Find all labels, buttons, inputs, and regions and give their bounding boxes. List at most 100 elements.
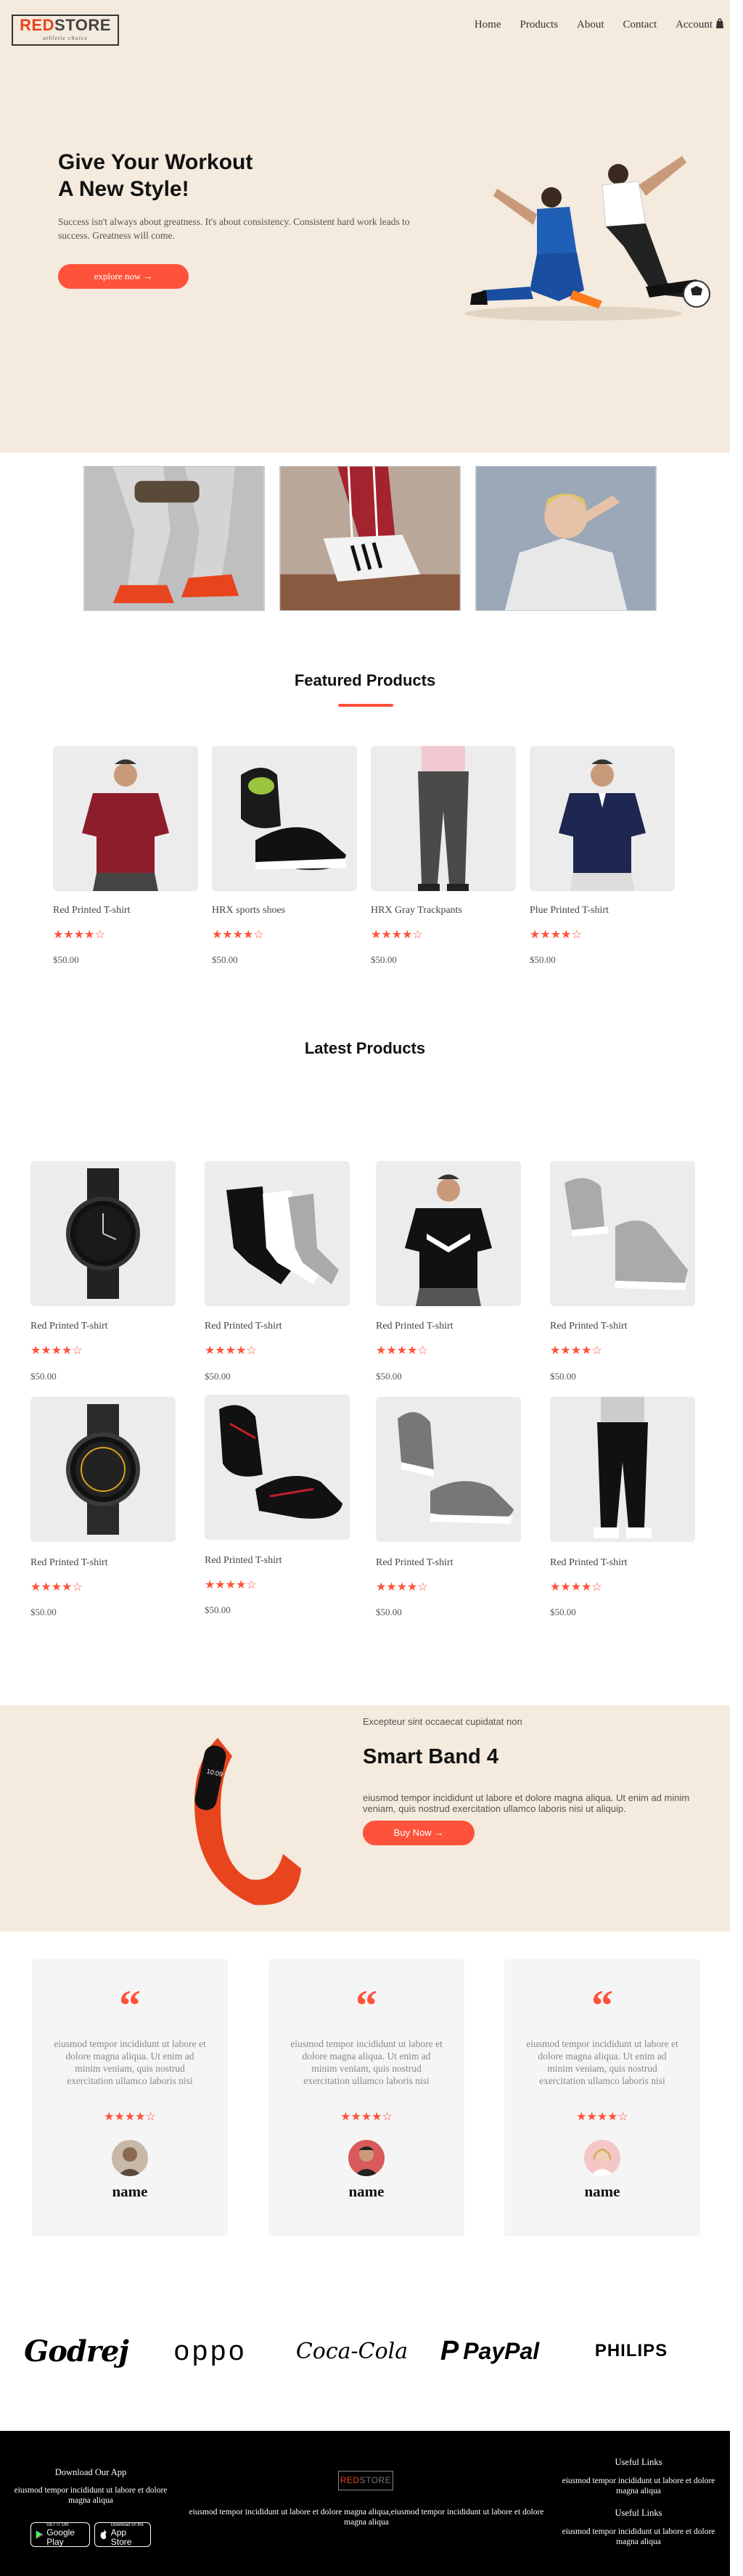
product-name[interactable]: HRX sports shoes (212, 905, 357, 916)
product-name[interactable]: Red Printed T-shirt (30, 1557, 176, 1569)
star-filled-icon: ★ (396, 1345, 408, 1357)
product-image-gray-sneakers[interactable] (550, 1161, 695, 1306)
rating-stars: ★★★★☆ (30, 1580, 176, 1594)
brand-logo-oppo: oppo (149, 2322, 272, 2380)
star-filled-icon: ★ (205, 1345, 215, 1357)
product-price: $50.00 (371, 954, 397, 965)
product-price: $50.00 (53, 954, 79, 965)
app-store-button[interactable]: Download on the App Store (94, 2522, 151, 2547)
product-image-hrx-shoes[interactable] (212, 746, 357, 891)
product-image-red-tshirt[interactable] (53, 746, 198, 891)
cart-icon[interactable] (714, 17, 726, 29)
nav-products[interactable]: Products (520, 19, 559, 31)
star-filled-icon: ★ (407, 1581, 418, 1593)
star-empty-icon: ☆ (417, 1345, 428, 1357)
rating-stars: ★★★★☆ (53, 927, 198, 942)
google-play-button[interactable]: GET IT ON Google Play (30, 2522, 90, 2547)
footer-download-text: eiusmod tempor incididunt ut labore et d… (14, 2486, 168, 2505)
product-name[interactable]: Red Printed T-shirt (376, 1321, 521, 1332)
star-empty-icon: ☆ (253, 929, 264, 941)
star-filled-icon: ★ (340, 2111, 351, 2123)
product-name[interactable]: Red Printed T-shirt (550, 1557, 695, 1569)
footer-logo[interactable]: REDSTORE (338, 2471, 393, 2490)
product-image-black-tshirt[interactable] (376, 1161, 521, 1306)
star-empty-icon: ☆ (72, 1581, 83, 1593)
product-image-black-joggers[interactable] (550, 1397, 695, 1542)
nav-contact[interactable]: Contact (623, 19, 657, 31)
star-filled-icon: ★ (396, 1581, 408, 1593)
hero-title: Give Your Workout A New Style! (58, 149, 348, 202)
brand-logo-paypal: P PayPal (424, 2322, 555, 2380)
star-filled-icon: ★ (63, 929, 74, 941)
star-empty-icon: ☆ (571, 929, 582, 941)
product-image-red-black-shoes[interactable] (205, 1395, 350, 1540)
star-filled-icon: ★ (530, 929, 541, 941)
nav-about[interactable]: About (577, 19, 604, 31)
footer-logo-dark: STORE (359, 2475, 392, 2485)
offer-text: eiusmod tempor incididunt ut labore et d… (363, 1792, 690, 1814)
star-filled-icon: ★ (51, 1581, 62, 1593)
quote-icon: “ (119, 1982, 141, 2030)
product-price: $50.00 (212, 954, 238, 965)
testimonial-name: name (584, 2183, 620, 2200)
testimonial-text: eiusmod tempor incididunt ut labore et d… (290, 2038, 443, 2086)
avatar (348, 2140, 385, 2176)
star-filled-icon: ★ (407, 1345, 418, 1357)
rating-stars: ★★★★☆ (550, 1343, 695, 1358)
star-filled-icon: ★ (540, 929, 551, 941)
footer-useful-links-text[interactable]: eiusmod tempor incididunt ut labore et d… (555, 2476, 722, 2496)
product-image-socks[interactable] (205, 1161, 350, 1306)
star-filled-icon: ★ (222, 929, 233, 941)
hero-title-line2: A New Style! (58, 177, 189, 201)
product-name[interactable]: Red Printed T-shirt (550, 1321, 695, 1332)
star-filled-icon: ★ (215, 1579, 226, 1591)
product-name[interactable]: Red Printed T-shirt (53, 905, 198, 916)
product-name[interactable]: Red Printed T-shirt (205, 1555, 350, 1567)
offer-section (0, 1705, 730, 1932)
star-filled-icon: ★ (361, 2111, 372, 2123)
rating-stars: ★★★★☆ (504, 2109, 700, 2124)
product-name[interactable]: Red Printed T-shirt (376, 1557, 521, 1569)
product-price: $50.00 (376, 1371, 402, 1382)
product-name[interactable]: Red Printed T-shirt (30, 1321, 176, 1332)
rating-stars: ★★★★☆ (376, 1343, 521, 1358)
google-play-icon (36, 2530, 44, 2539)
product-name[interactable]: Plue Printed T-shirt (530, 905, 675, 916)
product-name[interactable]: Red Printed T-shirt (205, 1321, 350, 1332)
star-filled-icon: ★ (51, 1345, 62, 1357)
footer-useful-links-text-2[interactable]: eiusmod tempor incididunt ut labore et d… (555, 2527, 722, 2547)
hero-title-line1: Give Your Workout (58, 150, 253, 174)
brand-logo-philips: PHILIPS (577, 2322, 686, 2380)
nav-home[interactable]: Home (475, 19, 501, 31)
category-image-shoes (279, 466, 461, 611)
offer-title: Smart Band 4 (363, 1745, 498, 1768)
star-filled-icon: ★ (560, 1345, 571, 1357)
logo[interactable]: REDSTORE athletic choice (12, 15, 119, 46)
logo-red: RED (20, 16, 55, 34)
brand-logo-godrej: Godrej (22, 2322, 131, 2380)
star-filled-icon: ★ (205, 1579, 215, 1591)
star-filled-icon: ★ (560, 1581, 571, 1593)
rating-stars: ★★★★☆ (205, 1578, 350, 1592)
product-price: $50.00 (205, 1371, 231, 1382)
product-image-gray-shoes[interactable] (376, 1397, 521, 1542)
rating-stars: ★★★★☆ (376, 1580, 521, 1594)
star-filled-icon: ★ (225, 1345, 237, 1357)
explore-now-button[interactable]: explore now → (58, 264, 189, 289)
star-filled-icon: ★ (350, 2111, 361, 2123)
testimonial-card: “ eiusmod tempor incididunt ut labore et… (504, 1959, 700, 2236)
star-empty-icon: ☆ (145, 2111, 156, 2123)
buy-now-button[interactable]: Buy Now → (363, 1821, 475, 1845)
product-image-gray-trackpants[interactable] (371, 746, 516, 891)
avatar (112, 2140, 148, 2176)
nav-account[interactable]: Account (676, 19, 713, 31)
rating-stars: ★★★★☆ (205, 1343, 350, 1358)
star-filled-icon: ★ (243, 929, 254, 941)
product-name[interactable]: HRX Gray Trackpants (371, 905, 516, 916)
rating-stars: ★★★★☆ (268, 2109, 464, 2124)
featured-products-title: Featured Products (294, 671, 436, 689)
product-image-watch-2[interactable] (30, 1397, 176, 1542)
product-image-watch[interactable] (30, 1161, 176, 1306)
smart-band-image: 10:09 (194, 1738, 301, 1906)
product-image-blue-tshirt[interactable] (530, 746, 675, 891)
